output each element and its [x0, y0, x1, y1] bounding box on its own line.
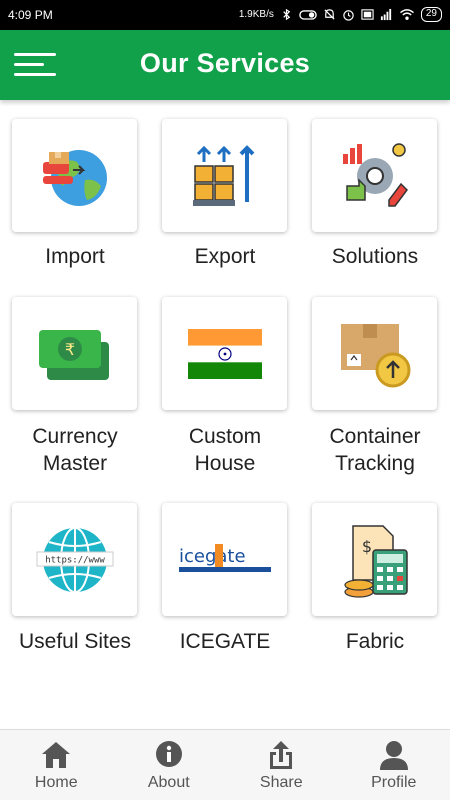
nav-about[interactable]: About — [113, 730, 226, 800]
service-card[interactable]: ₹ — [12, 297, 137, 410]
service-custom-house[interactable]: Custom House — [150, 280, 300, 480]
import-globe-icon — [42, 149, 107, 206]
mute-icon — [324, 9, 335, 20]
volte-icon — [361, 9, 374, 20]
service-fabric[interactable]: $ Fabric — [300, 490, 450, 660]
india-flag-icon — [187, 328, 262, 379]
wifi-icon — [399, 9, 414, 20]
service-card[interactable]: icegate — [162, 503, 287, 616]
container-box-icon — [340, 323, 410, 387]
service-import[interactable]: Import — [0, 100, 150, 290]
service-export[interactable]: Export — [150, 100, 300, 290]
service-container-tracking[interactable]: Container Tracking — [300, 280, 450, 480]
signal-icon — [380, 8, 392, 21]
service-card[interactable] — [312, 119, 437, 232]
www-text: https://www — [45, 555, 105, 565]
service-label: Import — [45, 245, 105, 268]
status-bar: 4:09 PM 1.9KB/s 29 — [0, 0, 450, 30]
service-card[interactable] — [162, 119, 287, 232]
service-card[interactable]: $ — [312, 503, 437, 616]
svg-text:₹: ₹ — [64, 340, 74, 359]
solutions-gear-icon — [342, 142, 408, 207]
service-card[interactable] — [162, 297, 287, 410]
service-useful-sites[interactable]: https://www Useful Sites — [0, 490, 150, 660]
www-globe-icon: https://www — [36, 526, 113, 593]
service-card[interactable] — [12, 119, 137, 232]
battery-icon: 29 — [420, 7, 442, 22]
nav-share[interactable]: Share — [225, 730, 338, 800]
nav-label: About — [147, 774, 190, 791]
calculator-bill-icon: $ — [343, 524, 408, 598]
service-label: Solutions — [331, 245, 419, 268]
alarm-icon — [343, 10, 354, 21]
status-time: 4:09 PM — [8, 8, 53, 22]
bluetooth-icon — [283, 8, 291, 21]
app-bar: Our Services — [0, 30, 450, 100]
toggle-icon — [299, 10, 317, 20]
nav-home[interactable]: Home — [0, 730, 113, 800]
service-card[interactable] — [312, 297, 437, 410]
service-label: ICEGATE — [179, 630, 271, 653]
service-card[interactable]: https://www — [12, 503, 137, 616]
net-speed: 1.9KB/s — [238, 9, 274, 20]
bottom-nav: Home About Share Profile — [0, 729, 450, 800]
share-icon — [270, 741, 293, 769]
service-icegate[interactable]: icegate ICEGATE — [150, 490, 300, 660]
export-boxes-icon — [192, 144, 254, 206]
page-title: Our Services — [139, 48, 311, 78]
home-icon — [42, 742, 71, 768]
service-label: Currency Master — [32, 425, 118, 475]
service-label: Fabric — [345, 630, 405, 653]
status-icons: 1.9KB/s 29 — [239, 7, 442, 22]
nav-profile[interactable]: Profile — [338, 730, 450, 800]
nav-label: Profile — [371, 774, 417, 791]
service-label: Export — [194, 245, 256, 268]
service-solutions[interactable]: Solutions — [300, 100, 450, 290]
icegate-logo: icegate — [178, 543, 271, 572]
currency-notes-icon: ₹ — [38, 329, 109, 380]
info-icon — [155, 741, 182, 767]
svg-text:$: $ — [361, 537, 371, 556]
profile-icon — [379, 741, 408, 770]
nav-label: Home — [34, 774, 78, 791]
service-label: Custom House — [188, 425, 262, 475]
service-label: Useful Sites — [18, 630, 132, 653]
service-label: Container Tracking — [329, 425, 421, 475]
service-currency-master[interactable]: ₹ Currency Master — [0, 280, 150, 480]
svg-text:icegate: icegate — [179, 546, 246, 567]
nav-label: Share — [259, 774, 303, 791]
